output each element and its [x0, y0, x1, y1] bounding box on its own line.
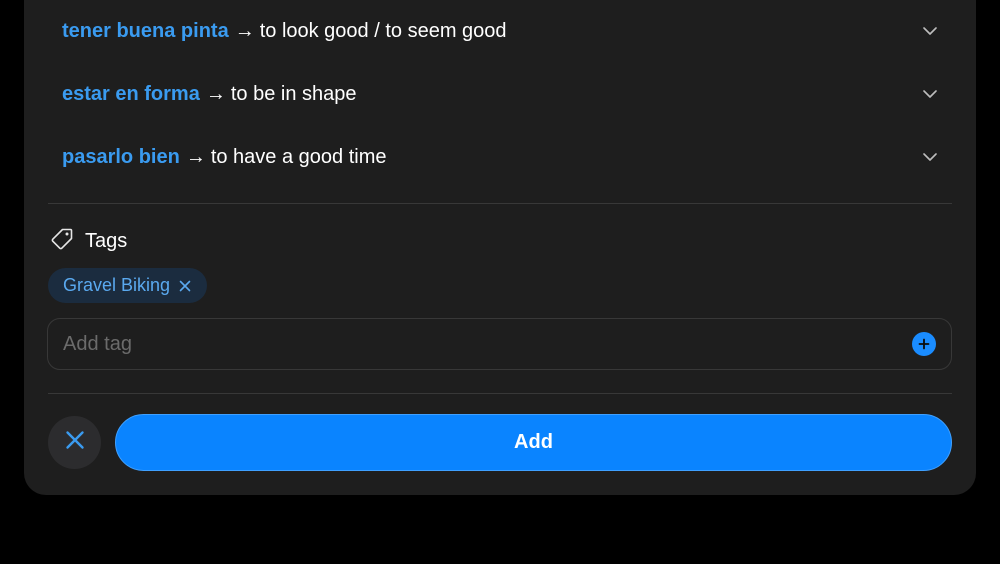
phrase-spanish: estar en forma [62, 82, 200, 105]
phrase-english: to have a good time [210, 145, 387, 168]
add-tag-input[interactable] [63, 332, 863, 356]
add-tag-field [47, 318, 952, 370]
phrase-text: pasarlo bien → to have a good time [62, 146, 387, 169]
chevron-down-icon[interactable] [922, 23, 938, 39]
phrase-english: to look good / to seem good [259, 19, 507, 42]
tag-icon [50, 227, 74, 256]
chevron-down-icon[interactable] [922, 86, 938, 102]
phrase-english: to be in shape [230, 82, 357, 105]
tags-title: Tags [85, 229, 128, 252]
tags-section-header: Tags [50, 227, 127, 255]
phrase-text: estar en forma → to be in shape [62, 83, 357, 106]
divider [48, 393, 952, 394]
add-entry-sheet: tener buena pinta → to look good / to se… [24, 0, 976, 495]
phrase-spanish: tener buena pinta [62, 19, 229, 42]
phrase-row-estar-en-forma[interactable]: estar en forma → to be in shape [62, 74, 938, 114]
plus-circle-icon[interactable] [912, 332, 936, 356]
cancel-button[interactable] [48, 416, 101, 469]
divider [48, 203, 952, 204]
phrase-row-pasarlo-bien[interactable]: pasarlo bien → to have a good time [62, 137, 938, 177]
chevron-down-icon[interactable] [922, 149, 938, 165]
phrase-row-tener-buena-pinta[interactable]: tener buena pinta → to look good / to se… [62, 11, 938, 51]
arrow-right-icon: → [185, 145, 206, 168]
close-icon[interactable] [179, 280, 191, 292]
tag-chip[interactable]: Gravel Biking [48, 268, 208, 303]
arrow-right-icon: → [205, 82, 226, 105]
add-button[interactable]: Add [115, 414, 952, 471]
tag-chip-label: Gravel Biking [63, 275, 171, 295]
phrase-spanish: pasarlo bien [62, 145, 180, 168]
close-icon [65, 430, 85, 455]
phrase-text: tener buena pinta → to look good / to se… [62, 20, 507, 43]
arrow-right-icon: → [234, 19, 255, 42]
